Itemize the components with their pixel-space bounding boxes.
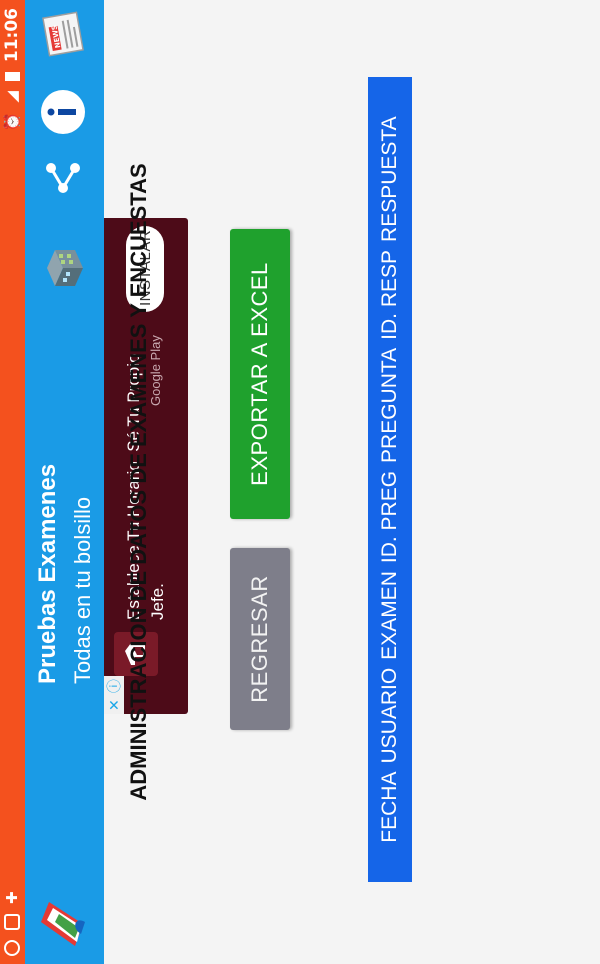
alarm-icon: ⏰: [3, 112, 21, 132]
column-header-id-resp: ID. RESP: [378, 249, 401, 340]
info-icon[interactable]: ⓘ: [104, 679, 124, 693]
battery-icon: [4, 72, 20, 82]
ad-choices[interactable]: ✕ ⓘ: [104, 676, 124, 714]
plus-icon: ✚: [3, 891, 21, 904]
column-header-usuario: USUARIO: [378, 667, 401, 764]
gallery-icon: [4, 914, 20, 930]
column-header-examen: EXAMEN: [378, 571, 401, 660]
app-bar: Pruebas Examenes Todas en tu bolsillo NE…: [25, 0, 104, 964]
screen: ✚ ⏰ ◢ 11:06 Pruebas Examenes Todas en tu…: [0, 0, 600, 964]
app-subtitle: Todas en tu bolsillo: [70, 496, 95, 684]
clock: 11:06: [2, 8, 22, 63]
news-icon[interactable]: NEWS: [37, 8, 89, 60]
column-header-fecha: FECHA: [378, 771, 401, 843]
building-icon[interactable]: [37, 242, 89, 294]
status-bar: ✚ ⏰ ◢ 11:06: [0, 0, 25, 964]
whatsapp-icon: [4, 940, 20, 956]
close-icon[interactable]: ✕: [106, 699, 123, 711]
column-header-id-preg: ID. PREG: [378, 470, 401, 564]
export-excel-button[interactable]: EXPORTAR A EXCEL: [230, 229, 290, 519]
signal-icon: ◢: [3, 91, 21, 103]
app-title: Pruebas Examenes: [34, 463, 61, 684]
info-icon[interactable]: [37, 86, 89, 138]
share-icon[interactable]: [37, 152, 89, 204]
table-header: FECHA USUARIO EXAMEN ID. PREG PREGUNTA I…: [368, 77, 412, 882]
column-header-respuesta: RESPUESTA: [378, 116, 401, 242]
column-header-pregunta: PREGUNTA: [378, 347, 401, 463]
page-title: ADMINISTRACION DE DATOS DE EXAMENES Y EN…: [126, 163, 151, 801]
back-button[interactable]: REGRESAR: [230, 548, 290, 730]
app-logo-icon: [35, 896, 91, 952]
